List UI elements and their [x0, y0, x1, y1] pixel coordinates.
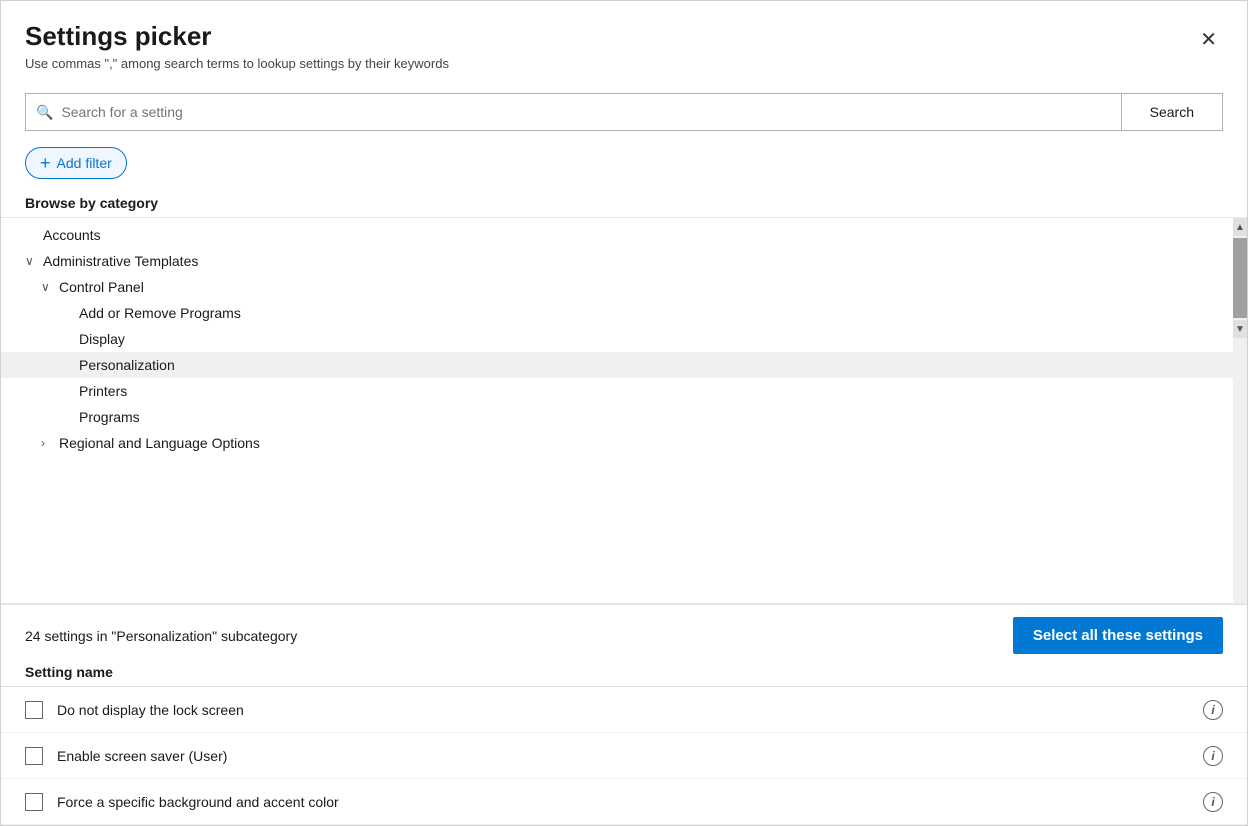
- scroll-down-button[interactable]: ▼: [1233, 320, 1247, 338]
- scroll-up-button[interactable]: ▲: [1233, 218, 1247, 236]
- tree-item[interactable]: Printers: [1, 378, 1233, 404]
- bottom-section: 24 settings in "Personalization" subcate…: [1, 604, 1247, 825]
- tree-item-label: Display: [79, 331, 125, 347]
- settings-picker-dialog: Settings picker Use commas "," among sea…: [0, 0, 1248, 826]
- tree-item-label: Administrative Templates: [43, 253, 198, 269]
- info-icon[interactable]: i: [1203, 746, 1223, 766]
- tree-item-label: Programs: [79, 409, 140, 425]
- setting-name-label: Enable screen saver (User): [57, 748, 1203, 764]
- setting-checkbox[interactable]: [25, 701, 43, 719]
- title-block: Settings picker Use commas "," among sea…: [25, 21, 449, 71]
- tree-item[interactable]: Programs: [1, 404, 1233, 430]
- tree-item[interactable]: Display: [1, 326, 1233, 352]
- search-button[interactable]: Search: [1121, 93, 1223, 131]
- add-filter-label: Add filter: [57, 155, 112, 171]
- setting-name-column-header: Setting name: [25, 664, 113, 680]
- browse-by-category-label: Browse by category: [1, 189, 1247, 217]
- settings-list: Do not display the lock screeniEnable sc…: [1, 687, 1247, 825]
- info-icon[interactable]: i: [1203, 700, 1223, 720]
- dialog-header: Settings picker Use commas "," among sea…: [1, 1, 1247, 83]
- tree-chevron-icon: ›: [41, 436, 55, 450]
- tree-item-label: Accounts: [43, 227, 101, 243]
- tree-item[interactable]: ∨ Administrative Templates: [1, 248, 1233, 274]
- bottom-header: 24 settings in "Personalization" subcate…: [1, 605, 1247, 654]
- tree-item-label: Printers: [79, 383, 127, 399]
- search-input-wrapper: 🔍: [25, 93, 1121, 131]
- close-button[interactable]: ✕: [1194, 25, 1223, 54]
- tree-item[interactable]: Personalization: [1, 352, 1233, 378]
- search-icon: 🔍: [36, 104, 53, 121]
- search-input[interactable]: [61, 104, 1110, 120]
- settings-count: 24 settings in "Personalization" subcate…: [25, 628, 297, 644]
- tree-item-label: Control Panel: [59, 279, 144, 295]
- add-filter-button[interactable]: + Add filter: [25, 147, 127, 179]
- dialog-title: Settings picker: [25, 21, 449, 52]
- tree-item[interactable]: Add or Remove Programs: [1, 300, 1233, 326]
- tree-item-label: Regional and Language Options: [59, 435, 260, 451]
- setting-name-label: Do not display the lock screen: [57, 702, 1203, 718]
- setting-name-label: Force a specific background and accent c…: [57, 794, 1203, 810]
- dialog-subtitle: Use commas "," among search terms to loo…: [25, 56, 449, 71]
- tree-scrollbar: ▲ ▼: [1233, 218, 1247, 603]
- tree-item-label: Add or Remove Programs: [79, 305, 241, 321]
- setting-row: Do not display the lock screeni: [1, 687, 1247, 733]
- setting-checkbox[interactable]: [25, 793, 43, 811]
- tree-chevron-icon: ∨: [25, 254, 39, 268]
- setting-row: Enable screen saver (User)i: [1, 733, 1247, 779]
- search-row: 🔍 Search: [1, 83, 1247, 141]
- tree-chevron-icon: ∨: [41, 280, 55, 294]
- settings-list-header: Setting name: [1, 654, 1247, 687]
- plus-icon: +: [40, 154, 51, 172]
- setting-checkbox[interactable]: [25, 747, 43, 765]
- scrollbar-thumb: [1233, 238, 1247, 318]
- tree-item[interactable]: ∨ Control Panel: [1, 274, 1233, 300]
- setting-row: Force a specific background and accent c…: [1, 779, 1247, 825]
- tree-item-label: Personalization: [79, 357, 175, 373]
- info-icon[interactable]: i: [1203, 792, 1223, 812]
- tree-scroll[interactable]: Accounts ∨ Administrative Templates ∨ Contro…: [1, 218, 1233, 603]
- tree-item[interactable]: Accounts: [1, 222, 1233, 248]
- tree-area: Accounts ∨ Administrative Templates ∨ Contro…: [1, 217, 1247, 604]
- filter-row: + Add filter: [1, 141, 1247, 189]
- title-row: Settings picker Use commas "," among sea…: [25, 21, 1223, 71]
- select-all-button[interactable]: Select all these settings: [1013, 617, 1223, 654]
- tree-item[interactable]: › Regional and Language Options: [1, 430, 1233, 456]
